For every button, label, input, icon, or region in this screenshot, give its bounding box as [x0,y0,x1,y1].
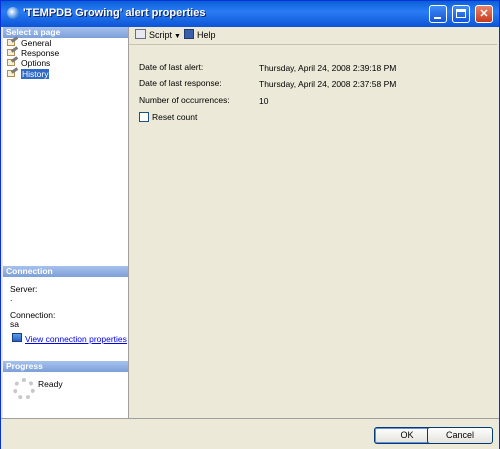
select-page-header: Select a page [3,27,128,38]
connection-properties-icon [12,333,22,342]
occurrences-label: Number of occurrences: [139,95,230,105]
help-label: Help [197,30,216,40]
reset-count-checkbox[interactable] [139,112,149,122]
alert-properties-window: 'TEMPDB Growing' alert properties ✕ Sele… [0,0,500,449]
minimize-button[interactable] [429,5,447,23]
page-item-label: General [21,38,52,48]
dropdown-arrow-icon[interactable]: ▼ [174,33,181,40]
page-wrench-icon [7,46,19,57]
last-response-label: Date of last response: [139,78,222,88]
window-title: 'TEMPDB Growing' alert properties [23,7,206,19]
main-pane: Script ▼ Help Date of last alert: Thursda… [129,27,497,418]
left-pane: Select a page General Response Options H… [3,27,129,418]
cancel-button[interactable]: Cancel [427,427,493,444]
title-bar[interactable]: 'TEMPDB Growing' alert properties ✕ [1,1,499,27]
toolbar: Script ▼ Help [129,27,497,43]
script-label: Script [149,30,173,40]
close-icon: ✕ [479,8,489,20]
connection-header: Connection [3,266,128,277]
page-wrench-icon [7,56,19,67]
last-alert-label: Date of last alert: [139,62,204,72]
help-button[interactable]: Help [184,29,216,41]
app-icon [7,7,19,19]
maximize-icon [456,9,466,18]
server-value: . [10,293,13,303]
connection-value: sa [10,319,19,329]
close-button[interactable]: ✕ [475,5,493,23]
dialog-footer: OK Cancel [1,418,499,449]
occurrences-value: 10 [259,96,269,106]
page-item-label: History [21,69,50,79]
minimize-icon [434,17,441,19]
page-item-history[interactable]: History [7,67,50,79]
progress-header: Progress [3,361,128,372]
page-item-label: Response [21,48,60,58]
reset-count-label[interactable]: Reset count [152,112,197,122]
page-wrench-icon [7,67,19,78]
page-item-options[interactable]: Options [7,56,51,68]
progress-status: Ready [38,379,63,389]
help-icon [184,29,194,39]
script-button[interactable]: Script ▼ [135,29,181,43]
toolbar-divider [129,44,497,45]
last-response-value: Thursday, April 24, 2008 2:37:58 PM [259,79,397,89]
page-item-general[interactable]: General [7,36,52,48]
page-item-label: Options [21,58,51,68]
progress-spinner-icon [13,378,35,400]
script-icon [135,29,146,39]
page-wrench-icon [7,36,19,47]
server-label: Server: [10,284,38,294]
maximize-button[interactable] [452,5,470,23]
last-alert-value: Thursday, April 24, 2008 2:39:18 PM [259,63,397,73]
view-connection-properties-link[interactable]: View connection properties [25,334,127,344]
